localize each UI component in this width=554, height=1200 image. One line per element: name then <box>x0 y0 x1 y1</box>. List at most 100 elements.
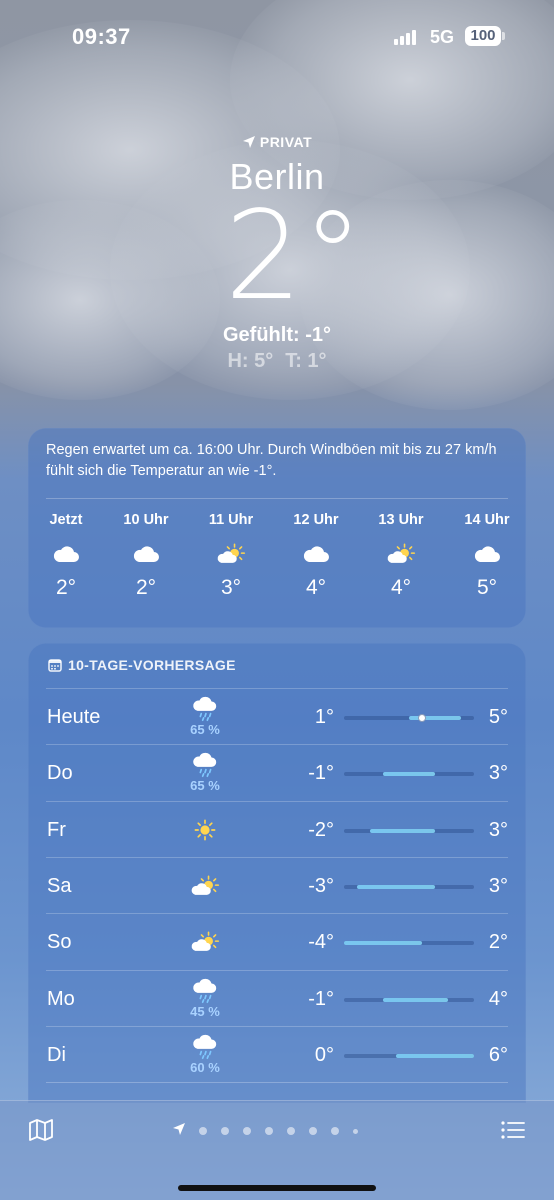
divider <box>46 498 508 499</box>
cloud-icon <box>449 534 525 574</box>
battery-icon: 100 <box>465 26 501 46</box>
low-temp: T: 1° <box>285 350 327 372</box>
day-name: Heute <box>47 706 101 728</box>
hour-column: 10 Uhr 2° <box>108 512 184 600</box>
high-temp: H: 5° <box>227 350 274 372</box>
day-name: Do <box>47 762 73 785</box>
status-time: 09:37 <box>72 24 131 49</box>
hour-label: 14 Uhr <box>464 512 510 528</box>
forecast-row[interactable]: Heute 65 % 1° 5° <box>28 688 526 744</box>
hour-column: 14 Uhr 5° <box>449 512 525 600</box>
temp-range-bar <box>344 884 474 889</box>
row-divider <box>46 969 508 971</box>
forecast-row[interactable]: Do 65 % -1° 3° <box>28 744 526 800</box>
city-list-button[interactable] <box>500 1117 526 1143</box>
hour-temp: 2° <box>135 576 157 599</box>
hour-label: 10 Uhr <box>123 512 169 528</box>
sun-icon <box>178 807 232 853</box>
cloud-icon <box>108 534 184 574</box>
temp-range-bar <box>344 997 474 1002</box>
hour-label: Jetzt <box>49 512 83 528</box>
temp-range-bar <box>344 1053 474 1058</box>
current-temp-marker <box>418 714 426 722</box>
hour-label: 11 Uhr <box>208 512 254 528</box>
ten-day-forecast-card[interactable]: 10-TAGE-VORHERSAGE Heute 65 % 1° 5° Do 65 % -1… <box>28 643 526 1103</box>
page-dot[interactable] <box>221 1127 229 1135</box>
rain-cloud-icon <box>178 1032 232 1062</box>
page-indicator[interactable] <box>172 1122 365 1141</box>
hour-column: 13 Uhr 4° <box>363 512 439 600</box>
page-dot[interactable] <box>331 1127 339 1135</box>
day-name: Sa <box>47 874 72 897</box>
day-low-temp: -4° <box>308 931 334 954</box>
day-low-temp: 0° <box>314 1043 334 1066</box>
hour-column: 11 Uhr 3° <box>193 512 269 600</box>
precip-chance: 65 % <box>190 722 220 737</box>
day-high-temp: 4° <box>488 987 508 1010</box>
day-high-temp: 3° <box>488 874 508 897</box>
row-divider <box>46 744 508 746</box>
hourly-forecast-card[interactable]: Regen erwartet um ca. 16:00 Uhr. Durch W… <box>28 428 526 628</box>
day-icon: 60 % <box>178 1032 232 1078</box>
row-divider <box>46 1082 508 1084</box>
day-high-temp: 5° <box>488 706 508 728</box>
current-location-page-icon[interactable] <box>172 1122 186 1141</box>
cellular-signal-icon <box>394 29 416 45</box>
weather-summary: Regen erwartet um ca. 16:00 Uhr. Durch W… <box>46 442 497 479</box>
temp-range-bar <box>344 941 474 946</box>
temp-range-bar <box>344 714 474 722</box>
hour-temp: 2° <box>55 576 77 599</box>
day-name: Mo <box>47 987 75 1010</box>
temp-range-fill <box>357 884 435 889</box>
forecast-row[interactable]: So -4° 2° <box>28 913 526 969</box>
cloud-icon <box>28 534 104 574</box>
status-bar: 09:37 5G 100 <box>0 0 554 76</box>
temp-range-fill <box>409 716 461 720</box>
page-dot[interactable] <box>287 1127 295 1135</box>
forecast-header: 10-TAGE-VORHERSAGE <box>48 657 236 673</box>
location-tag-label: PRIVAT <box>259 134 313 150</box>
temp-range-fill <box>396 1053 474 1058</box>
row-divider <box>46 913 508 915</box>
cloud-icon <box>278 534 354 574</box>
forecast-row[interactable]: Fr -2° 3° <box>28 800 526 857</box>
home-indicator[interactable] <box>178 1185 376 1191</box>
page-dot[interactable] <box>265 1127 273 1135</box>
row-divider <box>46 856 508 858</box>
forecast-row[interactable]: Sa -3° 3° <box>28 856 526 913</box>
temp-range-fill <box>383 772 435 777</box>
map-button[interactable] <box>28 1117 54 1143</box>
hour-column: 12 Uhr 4° <box>278 512 354 600</box>
rain-cloud-icon <box>178 694 232 724</box>
day-low-temp: -2° <box>308 818 334 841</box>
page-dot[interactable] <box>309 1127 317 1135</box>
row-divider <box>46 1025 508 1027</box>
hour-temp: 3° <box>220 576 242 599</box>
hour-column: Jetzt 2° <box>28 512 104 600</box>
forecast-row[interactable]: Mo 45 % -1° 4° <box>28 969 526 1026</box>
map-icon <box>29 1119 53 1141</box>
network-type: 5G <box>430 27 455 47</box>
day-icon: 65 % <box>178 694 232 740</box>
row-divider <box>46 688 508 689</box>
precip-chance: 65 % <box>190 778 220 794</box>
day-name: So <box>47 931 72 954</box>
temp-range-fill <box>344 941 422 946</box>
hour-temp: 4° <box>305 576 327 599</box>
temp-range-bar <box>344 828 474 833</box>
page-dot[interactable] <box>199 1127 207 1135</box>
day-low-temp: -3° <box>308 874 334 897</box>
day-high-temp: 3° <box>488 818 508 841</box>
temp-range-fill <box>370 828 435 833</box>
bottom-toolbar <box>0 1100 554 1200</box>
day-icon <box>178 807 232 853</box>
list-icon <box>501 1121 525 1139</box>
current-temperature: 2° <box>224 185 364 327</box>
hour-temp: 5° <box>476 576 498 599</box>
temp-range-bar <box>344 772 474 777</box>
forecast-row[interactable]: Di 60 % 0° 6° <box>28 1025 526 1082</box>
page-dot[interactable] <box>353 1128 358 1134</box>
day-icon <box>178 863 232 909</box>
partly-sunny-icon <box>178 919 232 965</box>
page-dot[interactable] <box>243 1127 251 1135</box>
